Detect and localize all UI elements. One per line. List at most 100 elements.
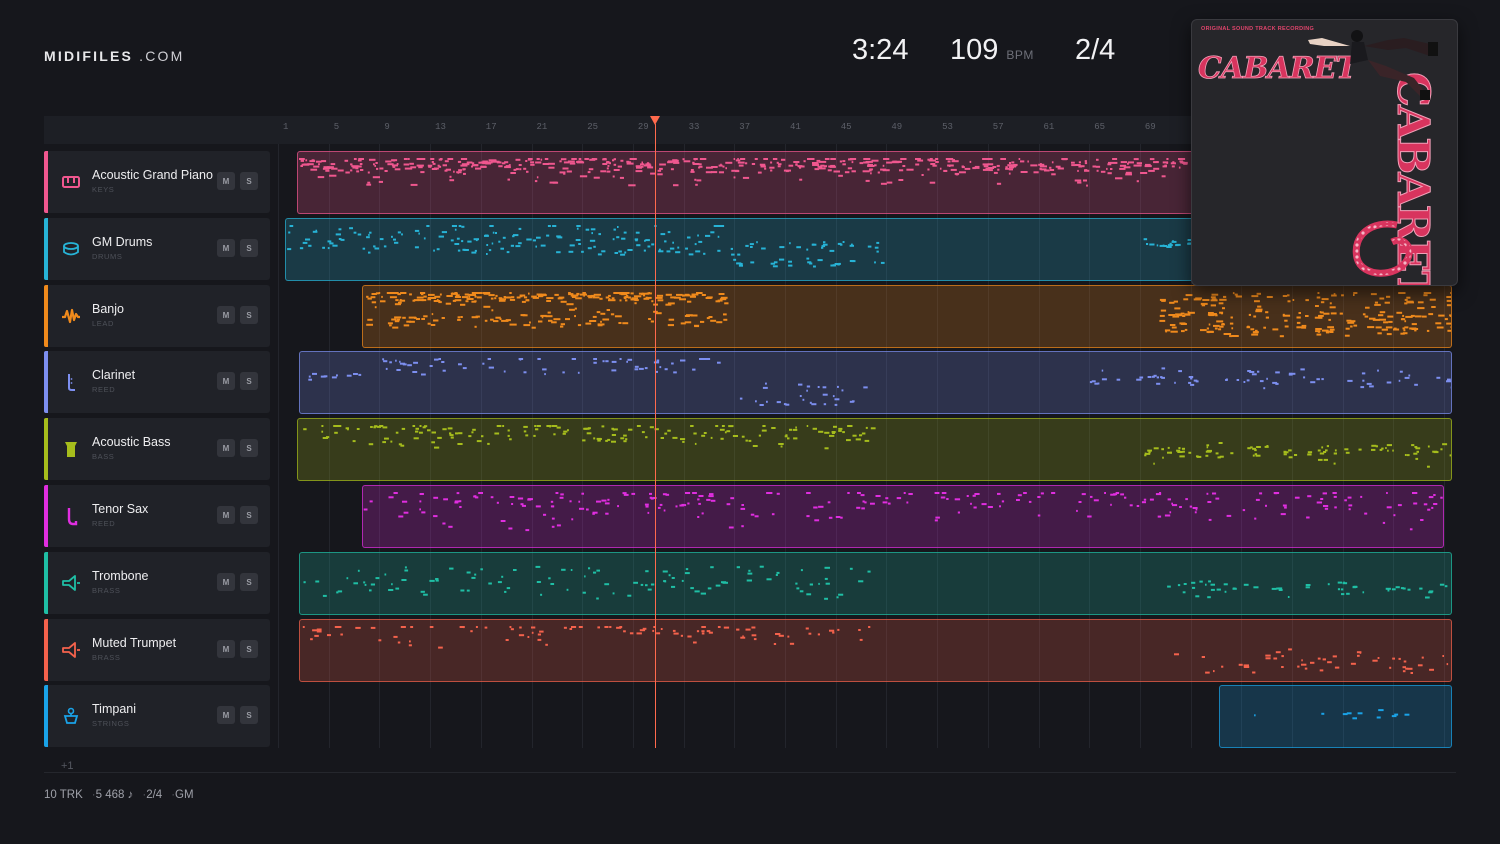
track-color-stripe (44, 285, 48, 347)
clip-notes (1254, 709, 1410, 720)
ruler-tick: 53 (942, 122, 953, 132)
track-color-stripe (44, 218, 48, 280)
solo-button[interactable]: S (240, 172, 258, 190)
mute-button[interactable]: M (217, 506, 235, 524)
status-tracks: 10 TRK (44, 789, 83, 801)
timpani-icon (60, 705, 82, 727)
playhead-line[interactable] (655, 124, 656, 748)
midi-clip[interactable] (362, 485, 1444, 548)
track-color-stripe (44, 619, 48, 681)
trombone-icon (60, 572, 82, 594)
track-header[interactable]: Tenor Sax REED M S (44, 485, 270, 547)
ruler-tick: 17 (485, 122, 497, 132)
track-name: Clarinet (92, 368, 136, 382)
midi-clip[interactable] (362, 285, 1452, 348)
mute-button[interactable]: M (217, 306, 235, 324)
mute-button[interactable]: M (217, 573, 235, 591)
ruler-tick: 29 (637, 122, 649, 132)
ruler-tick: 25 (587, 122, 598, 132)
track-name: Timpani (92, 702, 136, 716)
track-header[interactable]: Timpani STRINGS M S (44, 685, 270, 747)
mute-button[interactable]: M (217, 372, 235, 390)
track-color-stripe (44, 351, 48, 413)
track-header[interactable]: Trombone BRASS M S (44, 552, 270, 614)
mute-button[interactable]: M (217, 172, 235, 190)
midi-clip[interactable] (297, 418, 1452, 481)
track-category: STRINGS (92, 719, 130, 728)
piano-icon (60, 171, 82, 193)
clip-notes (303, 565, 1448, 600)
track-header[interactable]: GM Drums DRUMS M S (44, 218, 270, 280)
clip-notes (366, 292, 1451, 338)
cover-caption: ORIGINAL SOUND TRACK RECORDING (1201, 26, 1315, 32)
track-category: LEAD (92, 319, 114, 328)
midi-clip[interactable] (1219, 685, 1452, 748)
ruler-tick: 9 (384, 122, 390, 132)
ruler-tick: 37 (739, 122, 751, 132)
track-category: BRASS (92, 653, 121, 662)
mute-button[interactable]: M (217, 706, 235, 724)
ruler-tick: 21 (536, 122, 548, 132)
cover-artwork: CABARET CABARET (1198, 30, 1439, 285)
track-name: GM Drums (92, 235, 153, 249)
solo-button[interactable]: S (240, 239, 258, 257)
site-logo[interactable]: MIDIFILES .COM (44, 48, 184, 64)
track-name: Trombone (92, 569, 149, 583)
add-track-button[interactable]: +1 (61, 760, 74, 772)
status-notes: 5 468 ♪ (95, 789, 134, 801)
track-color-stripe (44, 151, 48, 213)
midi-clip[interactable] (299, 619, 1452, 682)
clarinet-icon (60, 371, 82, 393)
track-header[interactable]: Acoustic Bass BASS M S (44, 418, 270, 480)
track-name: Acoustic Grand Piano (92, 168, 213, 182)
tempo-unit: BPM (1006, 48, 1034, 62)
ruler-tick: 33 (688, 122, 700, 132)
waveform-icon (60, 305, 82, 327)
status-standard: GM (175, 789, 194, 801)
track-category: DRUMS (92, 252, 123, 261)
clip-notes (302, 626, 1449, 674)
track-header[interactable]: Acoustic Grand Piano KEYS M S (44, 151, 270, 213)
solo-button[interactable]: S (240, 372, 258, 390)
ruler-tick: 57 (992, 122, 1004, 132)
track-color-stripe (44, 418, 48, 480)
track-category: BASS (92, 452, 115, 461)
track-name: Acoustic Bass (92, 435, 171, 449)
clip-notes (363, 492, 1443, 532)
ruler-tick: 45 (840, 122, 852, 132)
drum-icon (60, 238, 82, 260)
time-display: 3:24 (852, 34, 909, 66)
solo-button[interactable]: S (240, 439, 258, 457)
logo-bold: MIDIFILES (44, 48, 134, 64)
status-signature: 2/4 (146, 789, 163, 801)
ruler-tick: 13 (435, 122, 446, 132)
track-category: BRASS (92, 586, 121, 595)
mute-button[interactable]: M (217, 640, 235, 658)
track-header[interactable]: Clarinet REED M S (44, 351, 270, 413)
solo-button[interactable]: S (240, 706, 258, 724)
track-category: REED (92, 385, 116, 394)
mute-button[interactable]: M (217, 439, 235, 457)
mute-button[interactable]: M (217, 239, 235, 257)
tempo-display: 109 BPM (950, 34, 1034, 67)
status-bar: 10 TRK ·5 468 ♪ ·2/4 ·GM (44, 789, 194, 801)
signature-display: 2/4 (1075, 34, 1116, 66)
ruler-tick: 41 (790, 122, 801, 132)
clip-notes (303, 425, 1451, 468)
midi-clip[interactable] (299, 351, 1452, 414)
solo-button[interactable]: S (240, 640, 258, 658)
tempo-value: 109 (950, 34, 999, 66)
solo-button[interactable]: S (240, 573, 258, 591)
solo-button[interactable]: S (240, 306, 258, 324)
bass-icon (60, 438, 82, 460)
ruler-tick: 1 (283, 122, 289, 132)
sax-icon (60, 505, 82, 527)
playhead-marker[interactable] (650, 116, 660, 125)
track-header[interactable]: Muted Trumpet BRASS M S (44, 619, 270, 681)
track-header[interactable]: Banjo LEAD M S (44, 285, 270, 347)
svg-text:CABARET: CABARET (1198, 51, 1361, 86)
clip-notes (308, 358, 1451, 406)
solo-button[interactable]: S (240, 506, 258, 524)
album-cover: ORIGINAL SOUND TRACK RECORDING CABARET C… (1191, 19, 1458, 286)
midi-clip[interactable] (299, 552, 1452, 615)
